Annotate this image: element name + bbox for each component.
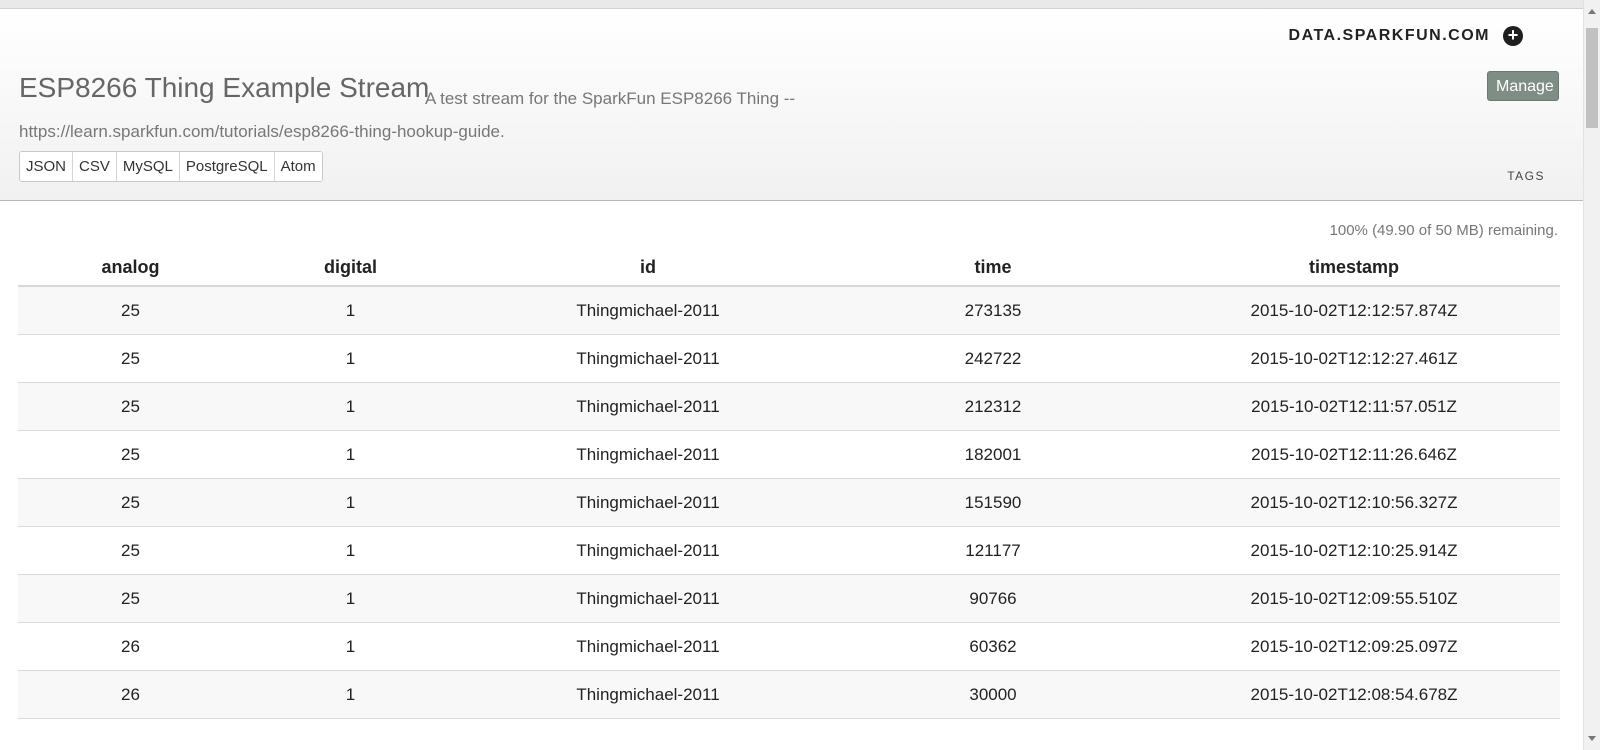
cell-analog: 25 — [18, 286, 243, 335]
table-row: 25 1 Thingmichael-2011 151590 2015-10-02… — [18, 478, 1560, 527]
page-viewport: DATA.SPARKFUN.COM + ESP8266 Thing Exampl… — [0, 0, 1583, 750]
scroll-down-arrow-icon[interactable] — [1588, 736, 1596, 741]
cell-time: 60362 — [838, 622, 1148, 671]
cell-time: 121177 — [838, 526, 1148, 575]
table-row: 25 1 Thingmichael-2011 273135 2015-10-02… — [18, 286, 1560, 335]
cell-id: Thingmichael-2011 — [458, 670, 838, 719]
tags-link[interactable]: TAGS — [1507, 169, 1545, 183]
storage-remaining: 100% (49.90 of 50 MB) remaining. — [1329, 222, 1558, 239]
cell-analog: 26 — [18, 622, 243, 671]
cell-timestamp: 2015-10-02T12:09:55.510Z — [1148, 574, 1560, 623]
cell-time: 273135 — [838, 286, 1148, 335]
stream-description-line-1: A test stream for the SparkFun ESP8266 T… — [425, 89, 796, 108]
cell-analog: 25 — [18, 334, 243, 383]
stream-title: ESP8266 Thing Example Stream — [19, 72, 430, 103]
format-postgresql-button[interactable]: PostgreSQL — [179, 152, 275, 181]
cell-timestamp: 2015-10-02T12:11:26.646Z — [1148, 430, 1560, 479]
cell-id: Thingmichael-2011 — [458, 334, 838, 383]
stream-header: DATA.SPARKFUN.COM + ESP8266 Thing Exampl… — [0, 9, 1583, 201]
brand[interactable]: DATA.SPARKFUN.COM + — [1289, 26, 1523, 46]
cell-time: 30000 — [838, 670, 1148, 719]
cell-digital: 1 — [243, 286, 458, 335]
table-header-row: analog digital id time timestamp — [18, 250, 1560, 287]
cell-time: 182001 — [838, 430, 1148, 479]
cell-digital: 1 — [243, 430, 458, 479]
cell-timestamp: 2015-10-02T12:12:27.461Z — [1148, 334, 1560, 383]
plus-circle-icon[interactable]: + — [1503, 26, 1523, 46]
table-row: 25 1 Thingmichael-2011 182001 2015-10-02… — [18, 430, 1560, 479]
format-csv-button[interactable]: CSV — [73, 152, 117, 181]
format-atom-button[interactable]: Atom — [274, 152, 322, 181]
table-row: 26 1 Thingmichael-2011 30000 2015-10-02T… — [18, 670, 1560, 719]
data-table: analog digital id time timestamp 25 1 Th… — [18, 250, 1560, 719]
column-header-id: id — [458, 250, 838, 287]
browser-top-edge — [0, 0, 1583, 9]
cell-time: 90766 — [838, 574, 1148, 623]
cell-analog: 25 — [18, 382, 243, 431]
manage-button[interactable]: Manage — [1487, 71, 1559, 101]
stream-description-line-2: https://learn.sparkfun.com/tutorials/esp… — [19, 122, 505, 141]
cell-digital: 1 — [243, 382, 458, 431]
table-row: 25 1 Thingmichael-2011 242722 2015-10-02… — [18, 334, 1560, 383]
cell-digital: 1 — [243, 574, 458, 623]
column-header-analog: analog — [18, 250, 243, 287]
cell-id: Thingmichael-2011 — [458, 382, 838, 431]
format-mysql-button[interactable]: MySQL — [116, 152, 180, 181]
cell-digital: 1 — [243, 670, 458, 719]
cell-digital: 1 — [243, 622, 458, 671]
cell-id: Thingmichael-2011 — [458, 430, 838, 479]
cell-id: Thingmichael-2011 — [458, 526, 838, 575]
format-json-button[interactable]: JSON — [20, 152, 74, 181]
cell-timestamp: 2015-10-02T12:08:54.678Z — [1148, 670, 1560, 719]
scrollbar-thumb[interactable] — [1586, 28, 1598, 128]
export-format-group: JSON CSV MySQL PostgreSQL Atom — [19, 151, 323, 182]
table-row: 25 1 Thingmichael-2011 212312 2015-10-02… — [18, 382, 1560, 431]
cell-timestamp: 2015-10-02T12:10:25.914Z — [1148, 526, 1560, 575]
cell-digital: 1 — [243, 478, 458, 527]
cell-analog: 25 — [18, 478, 243, 527]
cell-id: Thingmichael-2011 — [458, 286, 838, 335]
table-row: 26 1 Thingmichael-2011 60362 2015-10-02T… — [18, 622, 1560, 671]
cell-id: Thingmichael-2011 — [458, 574, 838, 623]
vertical-scrollbar[interactable] — [1583, 0, 1600, 750]
cell-timestamp: 2015-10-02T12:09:25.097Z — [1148, 622, 1560, 671]
cell-analog: 25 — [18, 574, 243, 623]
cell-time: 242722 — [838, 334, 1148, 383]
cell-analog: 25 — [18, 526, 243, 575]
cell-time: 212312 — [838, 382, 1148, 431]
cell-time: 151590 — [838, 478, 1148, 527]
cell-timestamp: 2015-10-02T12:11:57.051Z — [1148, 382, 1560, 431]
cell-analog: 25 — [18, 430, 243, 479]
cell-timestamp: 2015-10-02T12:12:57.874Z — [1148, 286, 1560, 335]
table-row: 25 1 Thingmichael-2011 121177 2015-10-02… — [18, 526, 1560, 575]
cell-analog: 26 — [18, 670, 243, 719]
cell-id: Thingmichael-2011 — [458, 622, 838, 671]
column-header-timestamp: timestamp — [1148, 250, 1560, 287]
cell-digital: 1 — [243, 526, 458, 575]
cell-digital: 1 — [243, 334, 458, 383]
cell-timestamp: 2015-10-02T12:10:56.327Z — [1148, 478, 1560, 527]
brand-name[interactable]: DATA.SPARKFUN.COM — [1289, 27, 1490, 45]
table-row: 25 1 Thingmichael-2011 90766 2015-10-02T… — [18, 574, 1560, 623]
cell-id: Thingmichael-2011 — [458, 478, 838, 527]
scroll-up-arrow-icon[interactable] — [1588, 9, 1596, 14]
column-header-time: time — [838, 250, 1148, 287]
column-header-digital: digital — [243, 250, 458, 287]
